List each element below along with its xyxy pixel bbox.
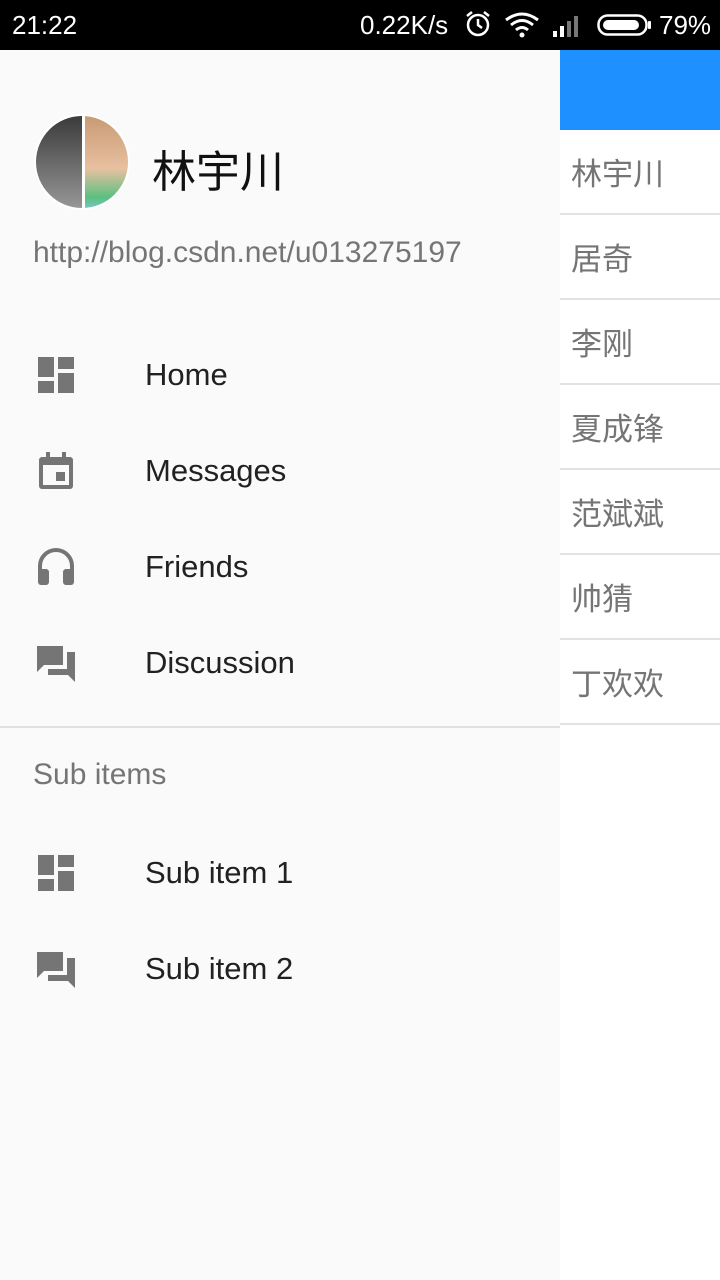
dashboard-icon [38,357,74,393]
status-bar: 21:22 0.22K/s 79% [0,0,720,50]
list-item[interactable]: 李刚 [560,300,720,385]
dashboard-icon [38,855,74,891]
menu-label: Discussion [145,645,295,680]
avatar-photo-right [84,116,128,208]
user-url[interactable]: http://blog.csdn.net/u013275197 [33,236,462,270]
divider [0,726,560,728]
menu-item-home[interactable]: Home [0,327,560,423]
menu-item-messages[interactable]: Messages [0,423,560,519]
network-speed: 0.22K/s [360,10,449,40]
calendar-icon [39,452,73,489]
menu-label: Sub item 1 [145,855,294,890]
list-item[interactable]: 居奇 [560,215,720,300]
avatar[interactable] [34,114,130,210]
avatar-photo-left [36,116,84,208]
list-item[interactable]: 夏成锋 [560,385,720,470]
forum-icon [37,646,75,682]
menu-label: Messages [145,453,287,488]
user-name: 林宇川 [152,147,284,198]
list-item[interactable]: 丁欢欢 [560,640,720,725]
avatar-divider [82,116,85,208]
headset-icon [38,548,74,585]
sub-item-1[interactable]: Sub item 1 [0,825,560,921]
menu-label: Sub item 2 [145,951,294,986]
battery-icon [597,14,651,36]
navigation-drawer: 林宇川 http://blog.csdn.net/u013275197 Home… [0,50,560,1280]
status-time: 21:22 [12,10,78,40]
list-item[interactable]: 帅猜 [560,555,720,640]
battery-percent: 79% [659,10,712,40]
wifi-icon [505,12,539,38]
alarm-icon [466,11,490,37]
sub-item-2[interactable]: Sub item 2 [0,921,560,1017]
contact-list: 林宇川 居奇 李刚 夏成锋 范斌斌 帅猜 丁欢欢 [560,130,720,725]
menu-item-discussion[interactable]: Discussion [0,615,560,711]
list-item[interactable]: 范斌斌 [560,470,720,555]
list-item[interactable]: 林宇川 [560,130,720,215]
subheader-sub-items: Sub items [33,758,167,791]
menu-item-friends[interactable]: Friends [0,519,560,615]
menu-label: Friends [145,549,249,584]
signal-icon [553,16,578,37]
menu-label: Home [145,357,228,392]
forum-icon [37,952,75,988]
app-toolbar [560,50,720,130]
